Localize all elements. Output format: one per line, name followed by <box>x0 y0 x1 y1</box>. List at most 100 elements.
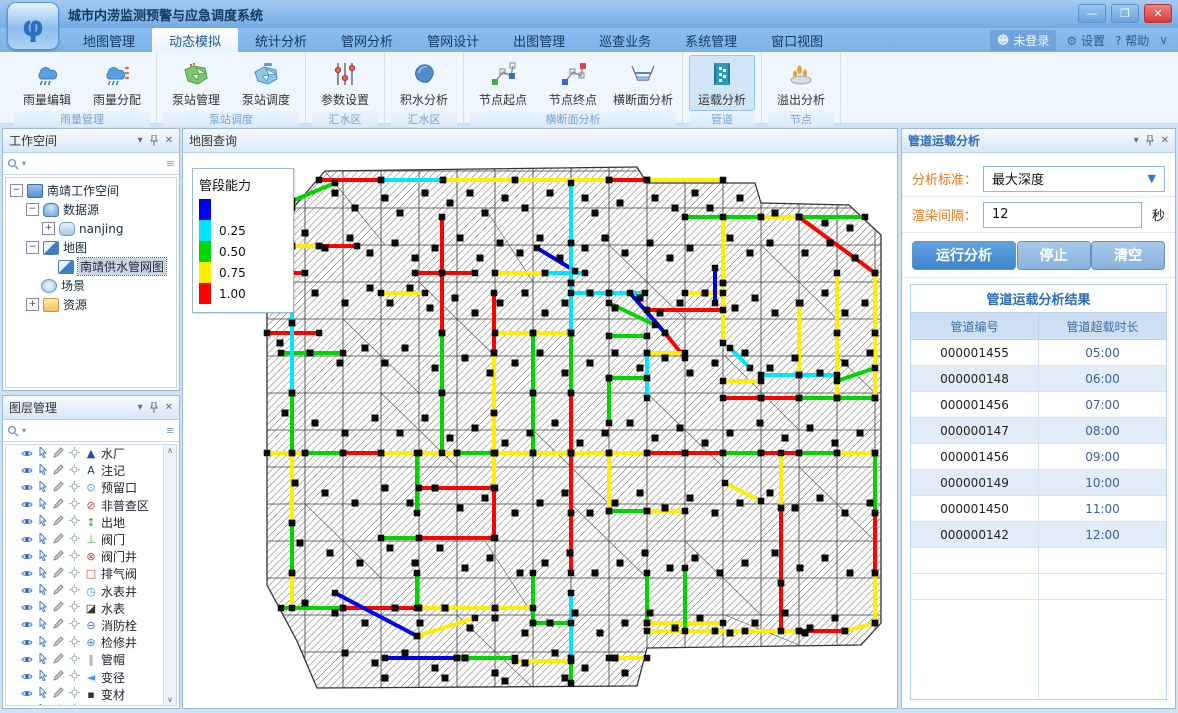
eye-icon[interactable] <box>20 567 33 581</box>
edit-pencil-icon[interactable] <box>52 636 65 650</box>
load-analysis-button[interactable]: 运载分析 <box>689 55 755 111</box>
minimize-button[interactable]: — <box>1078 4 1106 23</box>
snap-crosshair-icon[interactable] <box>68 618 81 632</box>
layer-row[interactable]: ⊥ 阀门 <box>6 531 176 548</box>
select-cursor-icon[interactable] <box>36 515 49 529</box>
pump-dispatch-button[interactable]: 泵站调度 <box>233 55 299 111</box>
edit-pencil-icon[interactable] <box>52 653 65 667</box>
panel-dropdown-icon[interactable]: ▾ <box>138 135 143 146</box>
column-header-pipe-id[interactable]: 管道编号 <box>911 313 1039 339</box>
snap-crosshair-icon[interactable] <box>68 670 81 684</box>
select-cursor-icon[interactable] <box>36 618 49 632</box>
panel-close-icon[interactable]: ✕ <box>165 402 173 413</box>
snap-crosshair-icon[interactable] <box>68 481 81 495</box>
edit-pencil-icon[interactable] <box>52 464 65 478</box>
tree-item-workspace-root[interactable]: −南靖工作空间 <box>6 181 176 200</box>
menu-network-analysis[interactable]: 管网分析 <box>324 28 410 52</box>
layer-row[interactable]: ↕ 出地 <box>6 514 176 531</box>
render-interval-input[interactable]: 12 <box>983 202 1142 228</box>
edit-pencil-icon[interactable] <box>52 498 65 512</box>
panel-close-icon[interactable]: ✕ <box>1161 135 1169 146</box>
snap-crosshair-icon[interactable] <box>68 464 81 478</box>
eye-icon[interactable] <box>20 464 33 478</box>
select-cursor-icon[interactable] <box>36 567 49 581</box>
select-cursor-icon[interactable] <box>36 498 49 512</box>
analysis-standard-select[interactable]: 最大深度 ▼ <box>983 166 1165 192</box>
snap-crosshair-icon[interactable] <box>68 567 81 581</box>
layer-row[interactable]: ⊘ 非普查区 <box>6 497 176 514</box>
help-menu[interactable]: ? 帮助 <box>1115 32 1149 49</box>
table-row[interactable]: 000001456 07:00 <box>911 392 1166 418</box>
edit-pencil-icon[interactable] <box>52 704 65 706</box>
snap-crosshair-icon[interactable] <box>68 601 81 615</box>
select-cursor-icon[interactable] <box>36 636 49 650</box>
stop-button[interactable]: 停止 <box>1017 241 1091 270</box>
edit-pencil-icon[interactable] <box>52 618 65 632</box>
eye-icon[interactable] <box>20 550 33 564</box>
tree-item-nanjing-db[interactable]: +nanjing <box>6 219 176 238</box>
table-row[interactable]: 000001450 11:00 <box>911 496 1166 522</box>
layer-row[interactable]: ◪ 水表 <box>6 600 176 617</box>
column-header-overload-duration[interactable]: 管道超载时长 <box>1039 313 1166 339</box>
eye-icon[interactable] <box>20 601 33 615</box>
layer-search[interactable]: ▾ ≡ <box>3 420 179 442</box>
select-cursor-icon[interactable] <box>36 687 49 701</box>
close-button[interactable]: ✕ <box>1144 4 1172 23</box>
eye-icon[interactable] <box>20 636 33 650</box>
rain-edit-button[interactable]: 雨量编辑 <box>14 55 80 111</box>
edit-pencil-icon[interactable] <box>52 533 65 547</box>
parameter-settings-button[interactable]: 参数设置 <box>312 55 378 111</box>
pump-manage-button[interactable]: 泵站管理 <box>163 55 229 111</box>
login-status[interactable]: ☻未登录 <box>990 30 1057 51</box>
select-cursor-icon[interactable] <box>36 464 49 478</box>
rain-dispatch-button[interactable]: 雨量分配 <box>84 55 150 111</box>
layer-scrollbar[interactable]: ∧∨ <box>163 445 176 705</box>
panel-close-icon[interactable]: ✕ <box>165 135 173 146</box>
layer-row[interactable]: ▪ 探测点 <box>6 703 176 706</box>
tree-item-resources[interactable]: +资源 <box>6 295 176 314</box>
edit-pencil-icon[interactable] <box>52 550 65 564</box>
workspace-search[interactable]: ▾ ≡ <box>3 153 179 175</box>
table-row[interactable]: 000000147 08:00 <box>911 418 1166 444</box>
tree-item-water-network-map[interactable]: 南靖供水管网图 <box>6 257 176 276</box>
menu-map-management[interactable]: 地图管理 <box>66 28 152 52</box>
edit-pencil-icon[interactable] <box>52 584 65 598</box>
menu-inspection[interactable]: 巡查业务 <box>582 28 668 52</box>
map-canvas[interactable]: 管段能力 0.250.500.751.00 <box>183 153 897 708</box>
overflow-analysis-button[interactable]: 溢出分析 <box>768 55 834 111</box>
cross-section-button[interactable]: 横断面分析 <box>610 55 676 111</box>
eye-icon[interactable] <box>20 447 33 461</box>
eye-icon[interactable] <box>20 584 33 598</box>
filter-icon[interactable]: ≡ <box>166 424 175 437</box>
snap-crosshair-icon[interactable] <box>68 515 81 529</box>
snap-crosshair-icon[interactable] <box>68 533 81 547</box>
snap-crosshair-icon[interactable] <box>68 550 81 564</box>
layer-row[interactable]: ▪ 变材 <box>6 686 176 703</box>
snap-crosshair-icon[interactable] <box>68 498 81 512</box>
pin-icon[interactable] <box>150 135 158 146</box>
layer-row[interactable]: ▲ 水厂 <box>6 445 176 462</box>
table-row[interactable]: 000000142 12:00 <box>911 522 1166 548</box>
panel-dropdown-icon[interactable]: ▾ <box>138 402 143 413</box>
eye-icon[interactable] <box>20 704 33 706</box>
eye-icon[interactable] <box>20 515 33 529</box>
menu-network-design[interactable]: 管网设计 <box>410 28 496 52</box>
layer-row[interactable]: A 注记 <box>6 462 176 479</box>
layer-row[interactable]: ‖ 管帽 <box>6 651 176 668</box>
layer-row[interactable]: ⊗ 阀门井 <box>6 548 176 565</box>
water-accumulation-button[interactable]: 积水分析 <box>391 55 457 111</box>
layer-row[interactable]: ⊖ 消防栓 <box>6 617 176 634</box>
edit-pencil-icon[interactable] <box>52 481 65 495</box>
node-start-button[interactable]: 节点起点 <box>470 55 536 111</box>
select-cursor-icon[interactable] <box>36 704 49 706</box>
layer-row[interactable]: ⊙ 预留口 <box>6 479 176 496</box>
layer-row[interactable]: ⊕ 检修井 <box>6 634 176 651</box>
menu-statistics[interactable]: 统计分析 <box>238 28 324 52</box>
select-cursor-icon[interactable] <box>36 653 49 667</box>
tree-item-scene[interactable]: 场景 <box>6 276 176 295</box>
pin-icon[interactable] <box>1146 135 1154 146</box>
run-analysis-button[interactable]: 运行分析 <box>912 241 1016 270</box>
edit-pencil-icon[interactable] <box>52 567 65 581</box>
table-row[interactable]: 000001456 09:00 <box>911 444 1166 470</box>
layer-row[interactable]: ◷ 水表井 <box>6 583 176 600</box>
